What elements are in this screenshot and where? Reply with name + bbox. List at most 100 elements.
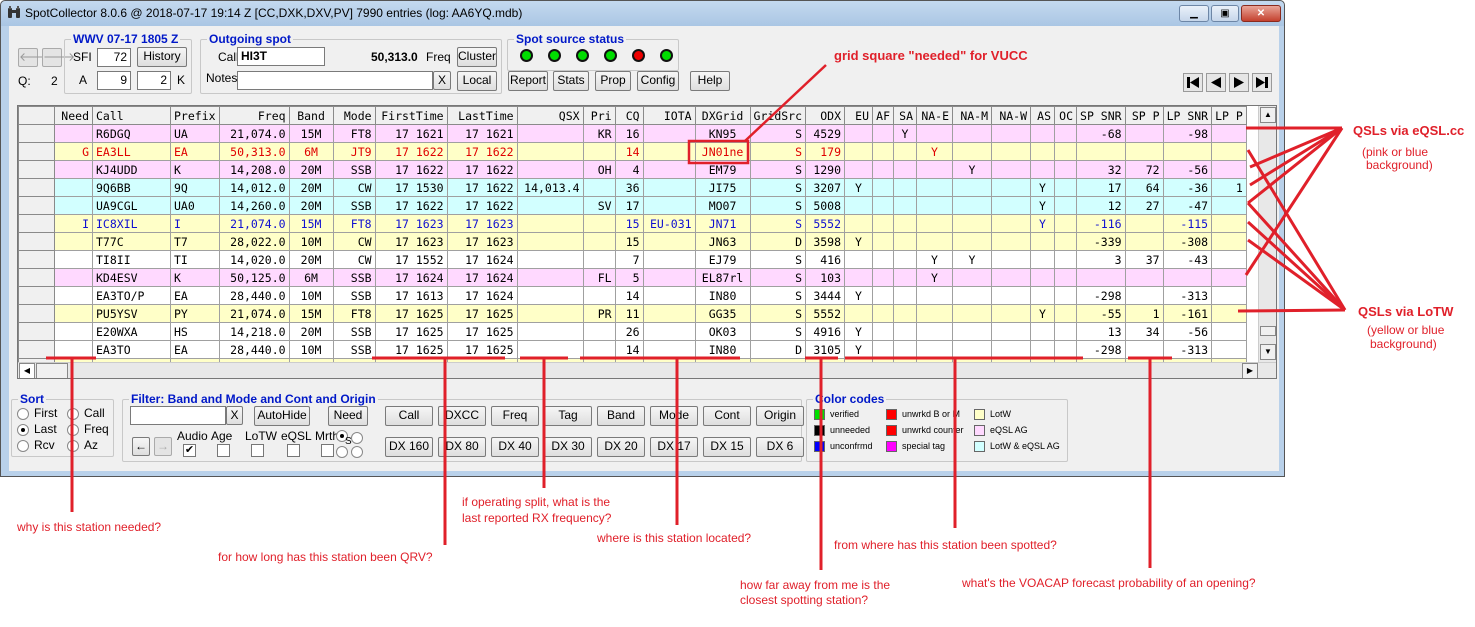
filter-band-button[interactable]: Band bbox=[597, 406, 645, 426]
scroll-thumb[interactable] bbox=[1260, 326, 1276, 336]
table-row[interactable]: UA9CGL UA0 14,260.0 20M SSB 17 1622 17 1622 SV 1… bbox=[18, 196, 1247, 215]
column-header-na-w[interactable]: NA-W bbox=[991, 106, 1032, 125]
column-header-odx[interactable]: ODX bbox=[805, 106, 846, 125]
filter-checkbox-age[interactable] bbox=[217, 444, 230, 457]
table-row[interactable]: KJ4UDD K 14,208.0 20M SSB 17 1622 17 1622 OH 4 EM… bbox=[18, 160, 1247, 179]
prop-button[interactable]: Prop bbox=[595, 71, 631, 91]
sort-radio-first[interactable] bbox=[17, 408, 29, 420]
table-row[interactable]: R6DGQ UA 21,074.0 15M FT8 17 1621 17 1621 KR 16 K… bbox=[18, 124, 1247, 143]
last-record-button[interactable] bbox=[1252, 73, 1272, 92]
horizontal-scrollbar[interactable]: ◀ ▶ bbox=[18, 362, 1276, 378]
column-header-rowhead[interactable] bbox=[18, 106, 55, 125]
sfi-field[interactable]: 72 bbox=[97, 48, 131, 67]
column-header-pri[interactable]: Pri bbox=[582, 106, 616, 125]
horizontal-scroll-thumb[interactable] bbox=[36, 363, 68, 378]
column-header-mode[interactable]: Mode bbox=[332, 106, 376, 125]
title-bar[interactable]: SpotCollector 8.0.6 @ 2018-07-17 19:14 Z… bbox=[1, 1, 1284, 26]
filter-origin-button[interactable]: Origin bbox=[756, 406, 804, 426]
column-header-lp-p[interactable]: LP P bbox=[1211, 106, 1247, 125]
column-header-dxgrid[interactable]: DXGrid bbox=[694, 106, 751, 125]
cell-rowhead[interactable] bbox=[18, 142, 55, 161]
table-row[interactable]: E20WXA HS 14,218.0 20M SSB 17 1625 17 1625 26 OK… bbox=[18, 322, 1247, 341]
sort-radio-call[interactable] bbox=[67, 408, 79, 420]
sort-radio-rcv[interactable] bbox=[17, 440, 29, 452]
cell-rowhead[interactable] bbox=[18, 196, 55, 215]
column-header-call[interactable]: Call bbox=[92, 106, 171, 125]
scroll-right-button[interactable]: ▶ bbox=[1242, 363, 1258, 378]
cell-rowhead[interactable] bbox=[18, 322, 55, 341]
column-header-band[interactable]: Band bbox=[288, 106, 334, 125]
column-header-iota[interactable]: IOTA bbox=[642, 106, 696, 125]
table-row[interactable]: G EA3LL EA 50,313.0 6M JT9 17 1622 17 1622 14 JN0… bbox=[18, 142, 1247, 161]
filter-dx-160-button[interactable]: DX 160 bbox=[385, 437, 433, 457]
cell-rowhead[interactable] bbox=[18, 268, 55, 287]
table-row[interactable]: T77C T7 28,022.0 10M CW 17 1623 17 1623 15 JN63 D… bbox=[18, 232, 1247, 251]
filter-mode-button[interactable]: Mode bbox=[650, 406, 698, 426]
sort-radio-freq[interactable] bbox=[67, 424, 79, 436]
sort-radio-last[interactable] bbox=[17, 424, 29, 436]
filter-checkbox-mrthn[interactable] bbox=[321, 444, 334, 457]
cell-rowhead[interactable] bbox=[18, 304, 55, 323]
column-header-gridsrc[interactable]: GridSrc bbox=[749, 106, 807, 125]
column-header-firsttime[interactable]: FirstTime bbox=[374, 106, 448, 125]
filter-dx-40-button[interactable]: DX 40 bbox=[491, 437, 539, 457]
table-row[interactable]: EA3TO EA 28,440.0 10M SSB 17 1625 17 1625 14 IN8… bbox=[18, 340, 1247, 359]
filter-tag-button[interactable]: Tag bbox=[544, 406, 592, 426]
column-header-as[interactable]: AS bbox=[1030, 106, 1056, 125]
cluster-button[interactable]: Cluster bbox=[457, 47, 497, 67]
s-radio-2[interactable] bbox=[351, 432, 363, 444]
column-header-need[interactable]: Need bbox=[54, 106, 93, 125]
cell-rowhead[interactable] bbox=[18, 232, 55, 251]
filter-checkbox-lotw[interactable] bbox=[251, 444, 264, 457]
column-header-prefix[interactable]: Prefix bbox=[170, 106, 220, 125]
table-row[interactable]: I IC8XIL I 21,074.0 15M FT8 17 1623 17 1623 15 EU… bbox=[18, 214, 1247, 233]
help-button[interactable]: Help bbox=[690, 71, 730, 91]
filter-dx-15-button[interactable]: DX 15 bbox=[703, 437, 751, 457]
filter-checkbox-audio[interactable]: ✔ bbox=[183, 444, 196, 457]
filter-clear-button[interactable]: X bbox=[226, 406, 243, 425]
table-row[interactable]: 9Q6BB 9Q 14,012.0 20M CW 17 1530 17 1622 14,013… bbox=[18, 178, 1247, 197]
scroll-up-button[interactable]: ▲ bbox=[1260, 107, 1276, 123]
table-row[interactable]: PU5YSV PY 21,074.0 15M FT8 17 1625 17 1625 PR 11… bbox=[18, 304, 1247, 323]
maximize-button[interactable]: ▣ bbox=[1211, 5, 1239, 22]
column-header-sp-snr[interactable]: SP SNR bbox=[1076, 106, 1126, 125]
column-header-na-e[interactable]: NA-E bbox=[916, 106, 954, 125]
column-header-cq[interactable]: CQ bbox=[614, 106, 644, 125]
sort-radio-az[interactable] bbox=[67, 440, 79, 452]
s-radio-3[interactable] bbox=[336, 446, 348, 458]
table-row[interactable]: KD4ESV K 50,125.0 6M SSB 17 1624 17 1624 FL 5 EL8… bbox=[18, 268, 1247, 287]
filter-dxcc-button[interactable]: DXCC bbox=[438, 406, 486, 426]
cell-rowhead[interactable] bbox=[18, 340, 55, 359]
filter-back-button[interactable]: ← bbox=[132, 437, 150, 456]
need-button[interactable]: Need bbox=[328, 406, 368, 426]
filter-dx-20-button[interactable]: DX 20 bbox=[597, 437, 645, 457]
column-header-eu[interactable]: EU bbox=[844, 106, 874, 125]
column-header-af[interactable]: AF bbox=[872, 106, 895, 125]
column-header-qsx[interactable]: QSX bbox=[516, 106, 584, 125]
filter-call-button[interactable]: Call bbox=[385, 406, 433, 426]
cell-rowhead[interactable] bbox=[18, 160, 55, 179]
cell-rowhead[interactable] bbox=[18, 250, 55, 269]
clear-notes-button[interactable]: X bbox=[433, 71, 451, 90]
filter-freq-button[interactable]: Freq bbox=[491, 406, 539, 426]
first-record-button[interactable] bbox=[1183, 73, 1203, 92]
k-index-field[interactable]: 2 bbox=[137, 71, 171, 90]
cell-rowhead[interactable] bbox=[18, 286, 55, 305]
filter-dx-80-button[interactable]: DX 80 bbox=[438, 437, 486, 457]
column-header-lp-snr[interactable]: LP SNR bbox=[1162, 106, 1213, 125]
filter-checkbox-eqsl[interactable] bbox=[287, 444, 300, 457]
column-header-lasttime[interactable]: LastTime bbox=[446, 106, 518, 125]
filter-forward-button[interactable]: → bbox=[154, 437, 172, 456]
s-radio-4[interactable] bbox=[351, 446, 363, 458]
a-index-field[interactable]: 9 bbox=[97, 71, 131, 90]
column-header-freq[interactable]: Freq bbox=[218, 106, 290, 125]
column-header-oc[interactable]: OC bbox=[1054, 106, 1078, 125]
forward-button[interactable]: 🡒 bbox=[42, 48, 75, 67]
scroll-left-button[interactable]: ◀ bbox=[19, 363, 35, 378]
table-row[interactable]: TI8II TI 14,020.0 20M CW 17 1552 17 1624 7 EJ79 S… bbox=[18, 250, 1247, 269]
filter-input[interactable] bbox=[130, 406, 226, 425]
cell-rowhead[interactable] bbox=[18, 178, 55, 197]
stats-button[interactable]: Stats bbox=[553, 71, 589, 91]
close-button[interactable]: ✕ bbox=[1241, 5, 1281, 22]
scroll-down-button[interactable]: ▼ bbox=[1260, 344, 1276, 360]
